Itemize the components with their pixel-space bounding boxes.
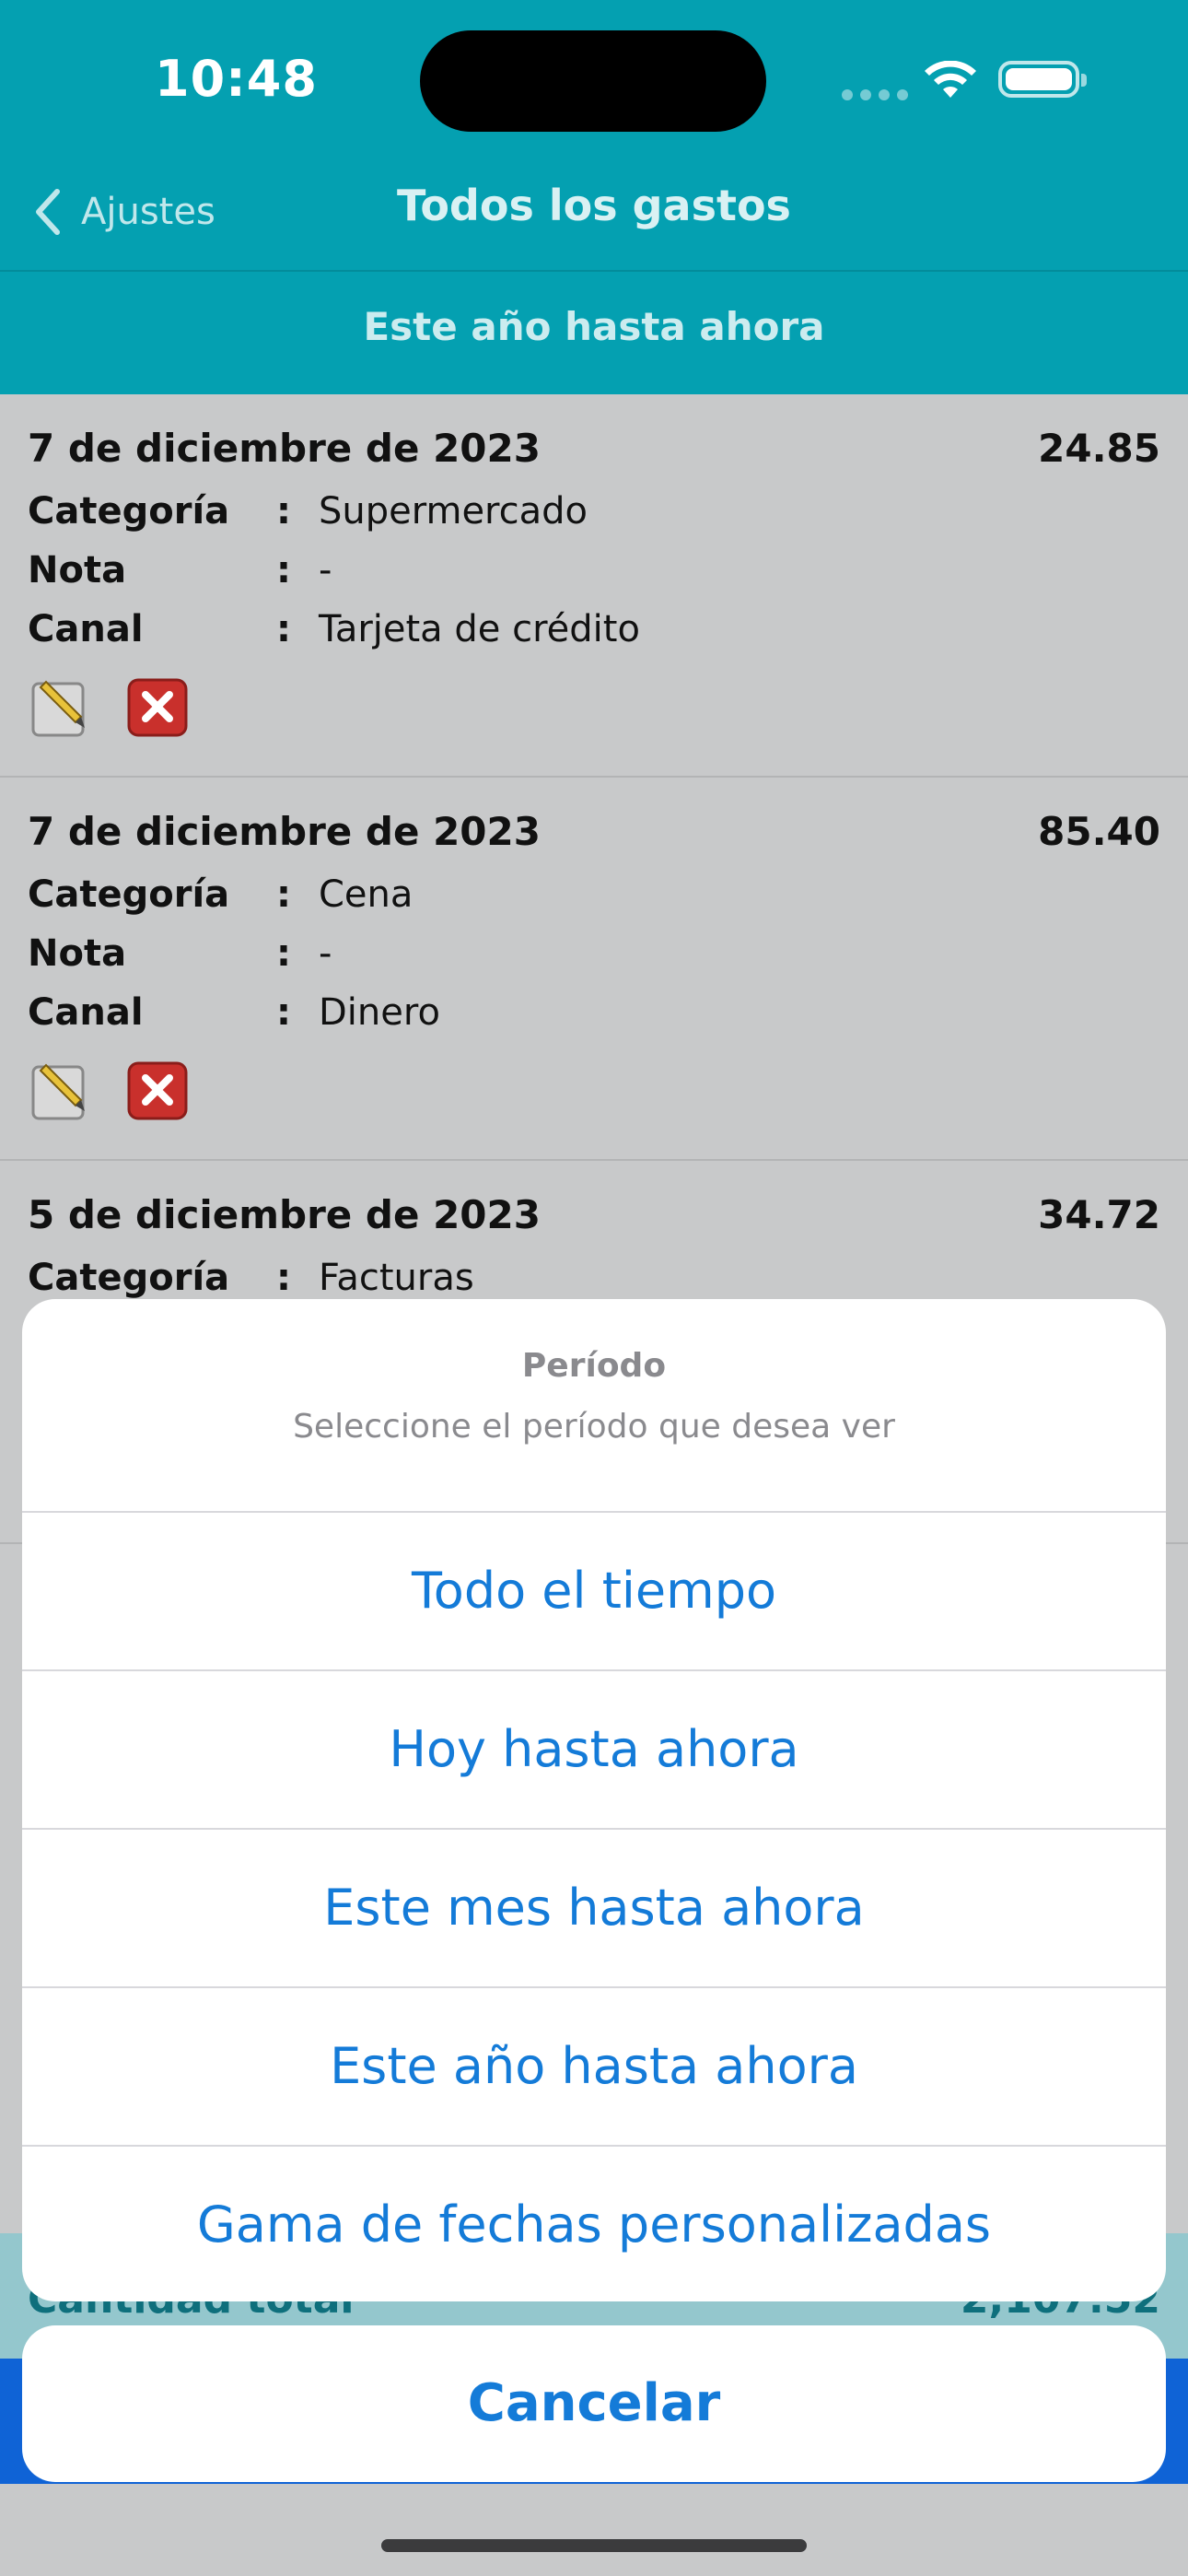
option-custom-range[interactable]: Gama de fechas personalizadas (22, 2145, 1166, 2301)
separator: : (276, 549, 291, 591)
note-label: Nota (28, 932, 127, 975)
separator: : (276, 490, 291, 533)
note-row: Nota: - (28, 932, 332, 975)
note-row: Nota: - (28, 549, 332, 591)
expense-amount: 24.85 (1038, 426, 1160, 471)
delete-x-icon[interactable] (125, 674, 190, 739)
separator: : (276, 932, 291, 975)
battery-icon (998, 61, 1087, 98)
separator: : (276, 991, 291, 1034)
cancel-button[interactable]: Cancelar (22, 2325, 1166, 2482)
category-value: Facturas (319, 1257, 474, 1299)
channel-row: Canal: Dinero (28, 991, 440, 1034)
sheet-title: Período (521, 1347, 667, 1385)
expense-item: 7 de diciembre de 2023 85.40 Categoría: C… (0, 778, 1188, 1161)
category-label: Categoría (28, 490, 230, 533)
dynamic-island (420, 30, 766, 132)
sheet-message: Seleccione el período que desea ver (293, 1408, 895, 1446)
edit-pencil-icon[interactable] (28, 1058, 92, 1122)
status-time: 10:48 (155, 50, 318, 108)
app-header: 10:48 Ajustes Todos los gastos Este año … (0, 0, 1188, 394)
wifi-icon (925, 61, 976, 98)
category-row: Categoría: Cena (28, 873, 413, 916)
note-label: Nota (28, 549, 127, 591)
separator: : (276, 1257, 291, 1299)
expense-date: 7 de diciembre de 2023 (28, 809, 541, 854)
expense-amount: 34.72 (1038, 1192, 1160, 1237)
channel-value: Tarjeta de crédito (319, 608, 640, 650)
channel-label: Canal (28, 991, 144, 1034)
note-value: - (319, 549, 332, 591)
channel-value: Dinero (319, 991, 440, 1034)
home-indicator[interactable] (381, 2539, 807, 2552)
option-this-month[interactable]: Este mes hasta ahora (22, 1828, 1166, 1986)
period-selector[interactable]: Este año hasta ahora (0, 304, 1188, 349)
category-row: Categoría: Supermercado (28, 490, 588, 533)
page-title: Todos los gastos (397, 181, 791, 230)
expense-item: 7 de diciembre de 2023 24.85 Categoría: S… (0, 394, 1188, 778)
option-all-time[interactable]: Todo el tiempo (22, 1511, 1166, 1669)
option-this-year[interactable]: Este año hasta ahora (22, 1986, 1166, 2145)
cellular-signal-icon (842, 87, 915, 104)
note-value: - (319, 932, 332, 975)
category-row: Categoría: Facturas (28, 1257, 474, 1299)
category-label: Categoría (28, 873, 230, 916)
expense-date: 7 de diciembre de 2023 (28, 426, 541, 471)
channel-row: Canal: Tarjeta de crédito (28, 608, 640, 650)
period-action-sheet: Período Seleccione el período que desea … (22, 1299, 1166, 2301)
category-value: Supermercado (319, 490, 588, 533)
category-label: Categoría (28, 1257, 230, 1299)
nav-divider (0, 270, 1188, 272)
option-today[interactable]: Hoy hasta ahora (22, 1669, 1166, 1828)
expense-amount: 85.40 (1038, 809, 1160, 854)
edit-pencil-icon[interactable] (28, 674, 92, 739)
category-value: Cena (319, 873, 413, 916)
delete-x-icon[interactable] (125, 1058, 190, 1122)
separator: : (276, 873, 291, 916)
channel-label: Canal (28, 608, 144, 650)
separator: : (276, 608, 291, 650)
expense-date: 5 de diciembre de 2023 (28, 1192, 541, 1237)
